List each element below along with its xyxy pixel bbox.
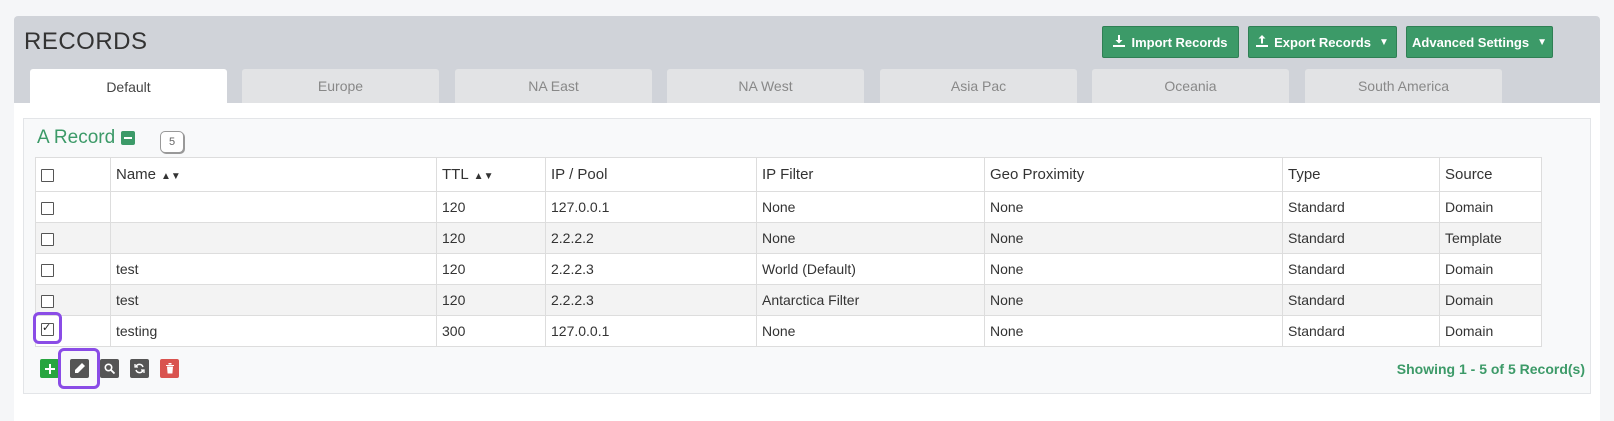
table-row[interactable]: 120 2.2.2.2 None None Standard Template	[35, 222, 1542, 254]
tab-oceania[interactable]: Oceania	[1092, 69, 1289, 103]
row-checkbox[interactable]	[41, 232, 54, 246]
table-row[interactable]: testing 300 127.0.0.1 None None Standard…	[33, 312, 1542, 347]
cell-name	[110, 191, 437, 223]
row-checkbox[interactable]	[41, 321, 54, 336]
records-panel: RECORDS Import Records Export Records ▼ …	[14, 16, 1600, 421]
column-ip-filter: IP Filter	[756, 157, 985, 192]
cell-filter: None	[756, 315, 985, 347]
download-icon	[1113, 34, 1126, 50]
tab-na-west[interactable]: NA West	[667, 69, 864, 103]
cell-type: Standard	[1282, 253, 1440, 285]
upload-icon	[1256, 34, 1269, 50]
cell-ttl: 120	[436, 253, 546, 285]
row-checkbox[interactable]	[41, 294, 54, 308]
table-header-row: Name ▲▼ TTL ▲▼ IP / Pool IP Filter Geo Pro…	[35, 157, 1542, 192]
cell-ttl: 120	[436, 191, 546, 223]
row-checkbox[interactable]	[41, 263, 54, 277]
cell-name: testing	[110, 315, 437, 347]
cell-geo: None	[984, 222, 1283, 254]
cell-filter: None	[756, 191, 985, 223]
table-row[interactable]: test 120 2.2.2.3 Antarctica Filter None …	[35, 284, 1542, 316]
add-record-button[interactable]	[40, 359, 59, 378]
tab-content: A Record 5 Name ▲▼ TTL ▲▼ IP / Pool IP F…	[14, 103, 1600, 421]
cell-filter: World (Default)	[756, 253, 985, 285]
select-all-checkbox[interactable]	[41, 168, 54, 182]
table-row[interactable]: test 120 2.2.2.3 World (Default) None St…	[35, 253, 1542, 285]
pagination-status: Showing 1 - 5 of 5 Record(s)	[1396, 361, 1585, 377]
table-row[interactable]: 120 127.0.0.1 None None Standard Domain	[35, 191, 1542, 223]
cell-ttl: 300	[436, 315, 546, 347]
records-table: Name ▲▼ TTL ▲▼ IP / Pool IP Filter Geo Pro…	[33, 157, 1542, 347]
tab-europe[interactable]: Europe	[242, 69, 439, 103]
a-record-section: A Record 5 Name ▲▼ TTL ▲▼ IP / Pool IP F…	[23, 118, 1591, 394]
export-records-button[interactable]: Export Records ▼	[1248, 26, 1397, 58]
cell-type: Standard	[1282, 191, 1440, 223]
advanced-settings-button[interactable]: Advanced Settings ▼	[1406, 26, 1553, 58]
cell-source: Domain	[1439, 315, 1542, 347]
cell-ttl: 120	[436, 222, 546, 254]
cell-geo: None	[984, 315, 1283, 347]
search-record-button[interactable]	[100, 359, 119, 378]
collapse-icon[interactable]	[121, 131, 136, 145]
sort-icon[interactable]: ▲▼	[474, 171, 494, 182]
column-source: Source	[1439, 157, 1542, 192]
tab-na-east[interactable]: NA East	[455, 69, 652, 103]
cell-ip: 2.2.2.3	[545, 253, 757, 285]
tab-south-america[interactable]: South America	[1305, 69, 1502, 103]
tab-asia-pac[interactable]: Asia Pac	[880, 69, 1077, 103]
cell-ip: 2.2.2.2	[545, 222, 757, 254]
import-records-button[interactable]: Import Records	[1102, 26, 1239, 58]
cell-name: test	[110, 284, 437, 316]
sort-icon[interactable]: ▲▼	[161, 171, 181, 182]
cell-type: Standard	[1282, 222, 1440, 254]
refresh-icon	[134, 363, 145, 374]
cell-type: Standard	[1282, 284, 1440, 316]
cell-ip: 2.2.2.3	[545, 284, 757, 316]
trash-icon	[165, 363, 174, 374]
cell-source: Domain	[1439, 191, 1542, 223]
cell-filter: Antarctica Filter	[756, 284, 985, 316]
select-all-cell	[35, 157, 111, 192]
column-type: Type	[1282, 157, 1440, 192]
cell-source: Template	[1439, 222, 1542, 254]
cell-source: Domain	[1439, 284, 1542, 316]
search-icon	[104, 363, 115, 374]
cell-name: test	[110, 253, 437, 285]
cell-geo: None	[984, 284, 1283, 316]
delete-record-button[interactable]	[160, 359, 179, 378]
selected-checkbox-highlight	[33, 312, 62, 344]
cell-filter: None	[756, 222, 985, 254]
column-ip-pool: IP / Pool	[545, 157, 757, 192]
caret-down-icon: ▼	[1378, 36, 1389, 48]
cell-ip: 127.0.0.1	[545, 315, 757, 347]
section-title: A Record	[37, 127, 136, 149]
pencil-icon	[75, 363, 85, 373]
refresh-button[interactable]	[130, 359, 149, 378]
plus-icon	[44, 363, 55, 374]
column-ttl[interactable]: TTL ▲▼	[436, 157, 546, 192]
record-count-badge: 5	[160, 131, 184, 153]
edit-record-button[interactable]	[70, 359, 89, 378]
row-checkbox[interactable]	[41, 201, 54, 215]
cell-type: Standard	[1282, 315, 1440, 347]
cell-ttl: 120	[436, 284, 546, 316]
cell-name	[110, 222, 437, 254]
caret-down-icon: ▼	[1537, 36, 1547, 48]
tab-default[interactable]: Default	[30, 69, 227, 104]
cell-ip: 127.0.0.1	[545, 191, 757, 223]
cell-geo: None	[984, 191, 1283, 223]
page-title: RECORDS	[24, 28, 148, 55]
cell-source: Domain	[1439, 253, 1542, 285]
column-name[interactable]: Name ▲▼	[110, 157, 437, 192]
cell-geo: None	[984, 253, 1283, 285]
column-geo-proximity: Geo Proximity	[984, 157, 1283, 192]
